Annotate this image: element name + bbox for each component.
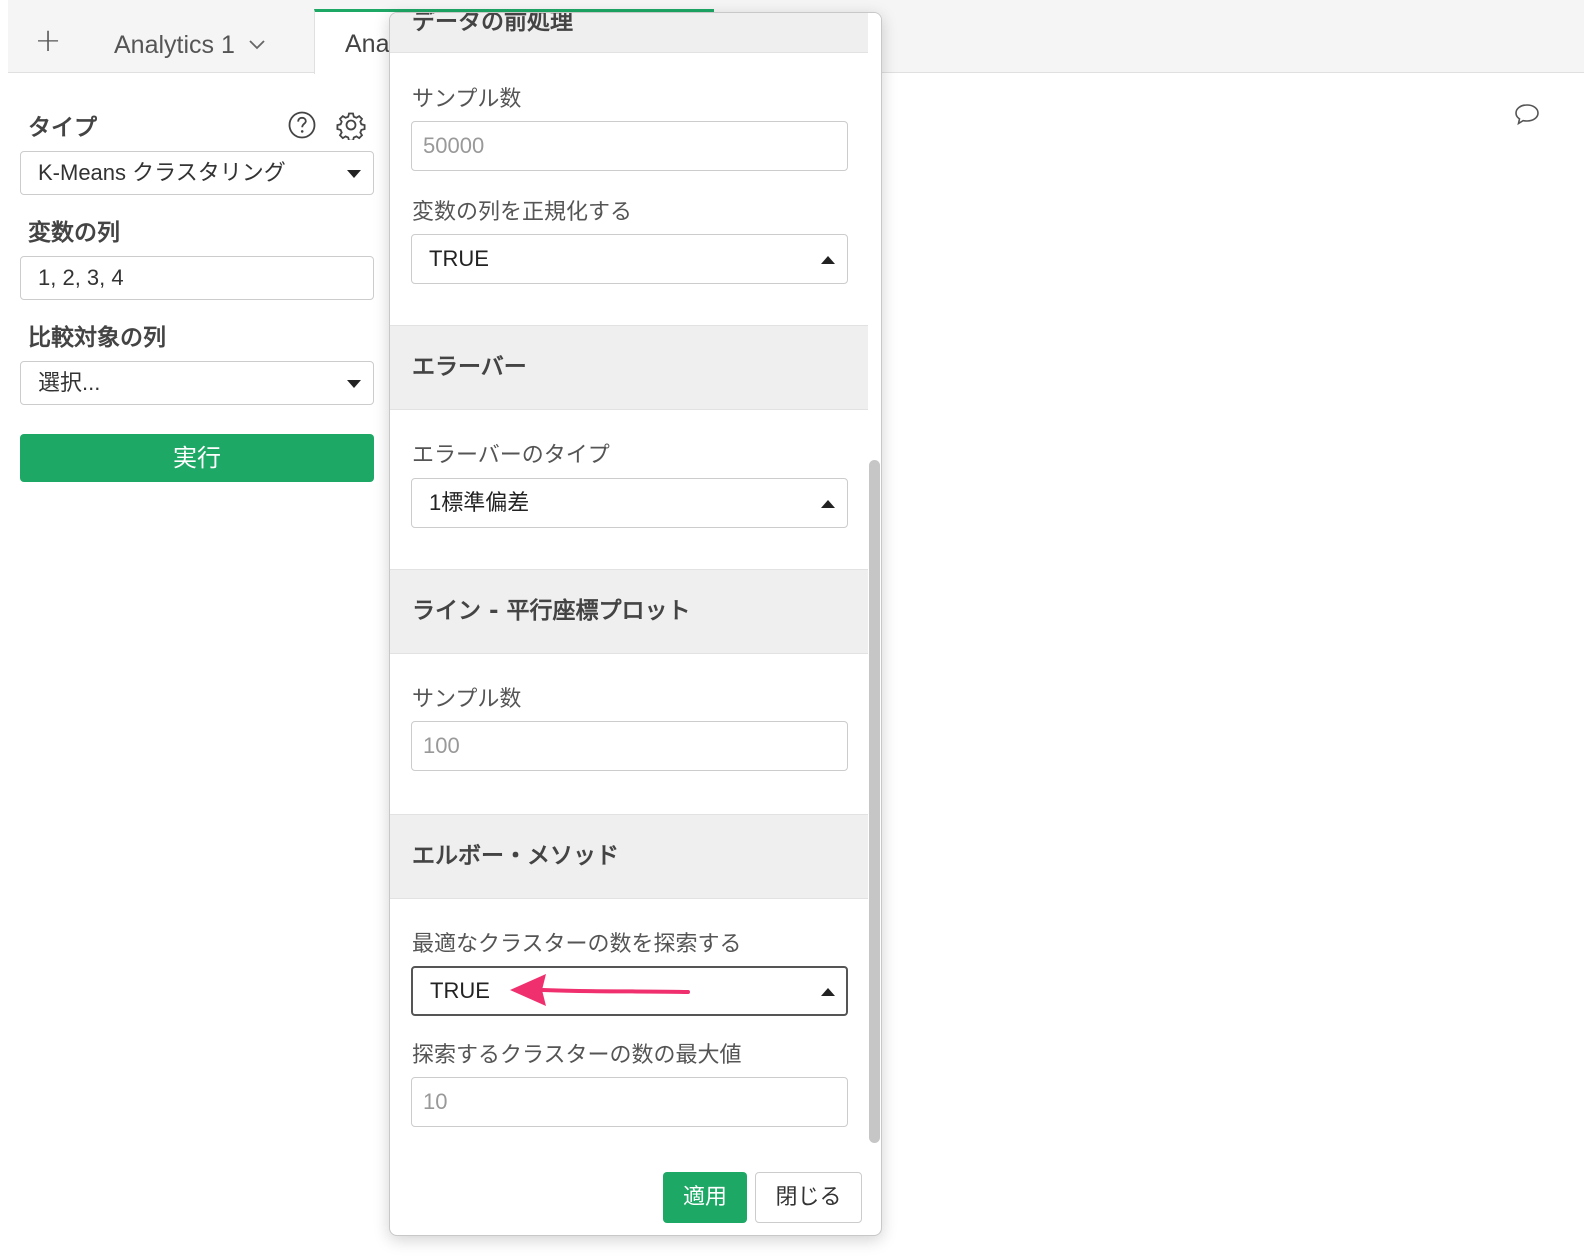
plus-icon: + bbox=[34, 21, 62, 59]
section-header-line-plot: ライン - 平行座標プロット bbox=[390, 569, 868, 654]
compare-label: 比較対象の列 bbox=[28, 325, 166, 351]
section-header-elbow: エルボー・メソッド bbox=[390, 814, 868, 899]
compare-select[interactable]: 選択... bbox=[20, 361, 374, 405]
sample-count-label: サンプル数 bbox=[412, 87, 522, 112]
type-header: タイプ bbox=[20, 108, 376, 148]
section-header-errorbar: エラーバー bbox=[390, 325, 868, 410]
chevron-down-icon[interactable] bbox=[248, 28, 266, 57]
line-sample-label: サンプル数 bbox=[412, 687, 522, 712]
comment-icon[interactable] bbox=[1512, 100, 1542, 130]
line-sample-placeholder: 100 bbox=[423, 733, 460, 758]
caret-down-icon bbox=[347, 380, 361, 388]
type-select-value: K-Means クラスタリング bbox=[38, 160, 286, 185]
section-title: データの前処理 bbox=[412, 13, 573, 35]
type-select[interactable]: K-Means クラスタリング bbox=[20, 151, 374, 195]
section-title: エラーバー bbox=[412, 354, 527, 380]
normalize-label: 変数の列を正規化する bbox=[412, 200, 633, 225]
line-sample-input[interactable]: 100 bbox=[411, 721, 848, 771]
variables-input[interactable]: 1, 2, 3, 4 bbox=[20, 256, 374, 300]
variables-value: 1, 2, 3, 4 bbox=[38, 265, 124, 290]
annotation-arrow-icon bbox=[498, 964, 698, 1014]
run-button[interactable]: 実行 bbox=[20, 434, 374, 482]
sample-count-input[interactable]: 50000 bbox=[411, 121, 848, 171]
caret-up-icon bbox=[821, 256, 835, 264]
errorbar-type-label: エラーバーのタイプ bbox=[412, 443, 610, 468]
errorbar-type-select[interactable]: 1標準偏差 bbox=[411, 478, 848, 528]
normalize-value: TRUE bbox=[429, 246, 489, 271]
caret-up-icon bbox=[821, 988, 835, 996]
elbow-search-label: 最適なクラスターの数を探索する bbox=[412, 932, 742, 957]
compare-select-value: 選択... bbox=[38, 370, 101, 395]
elbow-max-placeholder: 10 bbox=[423, 1089, 448, 1114]
section-header-preprocessing: データの前処理 bbox=[390, 13, 868, 53]
variables-label: 変数の列 bbox=[28, 220, 120, 246]
errorbar-type-value: 1標準偏差 bbox=[429, 490, 530, 515]
apply-button[interactable]: 適用 bbox=[663, 1172, 747, 1223]
settings-modal: データの前処理 サンプル数 50000 変数の列を正規化する TRUE エラーバ… bbox=[389, 12, 882, 1236]
section-title: エルボー・メソッド bbox=[412, 843, 619, 869]
elbow-max-input[interactable]: 10 bbox=[411, 1077, 848, 1127]
elbow-search-value: TRUE bbox=[430, 978, 490, 1003]
add-tab-button[interactable]: + bbox=[30, 22, 66, 58]
normalize-select[interactable]: TRUE bbox=[411, 234, 848, 284]
close-button[interactable]: 閉じる bbox=[755, 1172, 862, 1223]
tab-label: Analytics 1 bbox=[114, 31, 235, 59]
sample-count-placeholder: 50000 bbox=[423, 133, 485, 158]
caret-up-icon bbox=[821, 500, 835, 508]
gear-icon[interactable] bbox=[336, 110, 366, 142]
caret-down-icon bbox=[347, 170, 361, 178]
help-icon[interactable] bbox=[287, 110, 317, 140]
elbow-max-label: 探索するクラスターの数の最大値 bbox=[412, 1043, 742, 1068]
section-title: ライン - 平行座標プロット bbox=[412, 598, 691, 624]
scrollbar-thumb[interactable] bbox=[869, 460, 880, 1143]
tab-analytics-1[interactable]: Analytics 1 bbox=[92, 10, 314, 73]
